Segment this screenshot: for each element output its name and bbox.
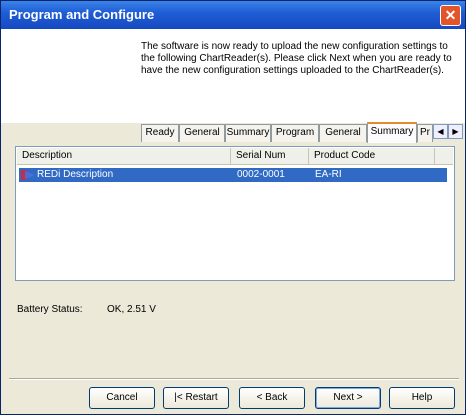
row-product-code: EA-RI [315, 169, 342, 180]
tab-scroll-left-button[interactable]: ◀ [433, 124, 448, 139]
title-bar[interactable]: Program and Configure ✕ [1, 1, 465, 29]
close-button[interactable]: ✕ [440, 5, 461, 26]
battery-status-label: Battery Status: [17, 304, 83, 315]
cancel-button[interactable]: Cancel [89, 387, 155, 409]
column-description[interactable]: Description [17, 148, 231, 164]
tab-general-2[interactable]: General [319, 124, 367, 142]
device-icon [21, 170, 35, 180]
window-title: Program and Configure [9, 7, 155, 22]
row-serial-num: 0002-0001 [237, 169, 285, 180]
restart-button[interactable]: |< Restart [163, 387, 229, 409]
battery-status-value: OK, 2.51 V [107, 304, 156, 315]
tab-general[interactable]: General [179, 124, 225, 142]
tab-summary-2[interactable]: Summary [367, 122, 417, 143]
tab-scroll-right-button[interactable]: ▶ [448, 124, 463, 139]
next-button[interactable]: Next > [315, 387, 381, 409]
tab-program[interactable]: Program [271, 124, 319, 142]
arrow-right-icon: ▶ [452, 127, 459, 136]
close-icon: ✕ [444, 7, 457, 23]
header-area: The software is now ready to upload the … [1, 29, 465, 123]
column-serial-num[interactable]: Serial Num [231, 148, 309, 164]
program-configure-dialog: Program and Configure ✕ The software is … [0, 0, 466, 415]
help-button[interactable]: Help [389, 387, 455, 409]
column-product-code[interactable]: Product Code [309, 148, 435, 164]
tab-ready[interactable]: Ready [141, 124, 179, 142]
instruction-text: The software is now ready to upload the … [141, 41, 452, 76]
arrow-left-icon: ◀ [437, 127, 444, 136]
button-divider [9, 378, 459, 380]
table-row[interactable]: REDi Description 0002-0001 EA-RI [19, 168, 447, 182]
back-button[interactable]: < Back [239, 387, 305, 409]
tab-summary[interactable]: Summary [225, 124, 271, 142]
list-header: Description Serial Num Product Code [17, 148, 453, 165]
row-description: REDi Description [37, 169, 114, 180]
device-list: Description Serial Num Product Code REDi… [15, 146, 455, 281]
tab-partial[interactable]: Pr [417, 124, 433, 142]
